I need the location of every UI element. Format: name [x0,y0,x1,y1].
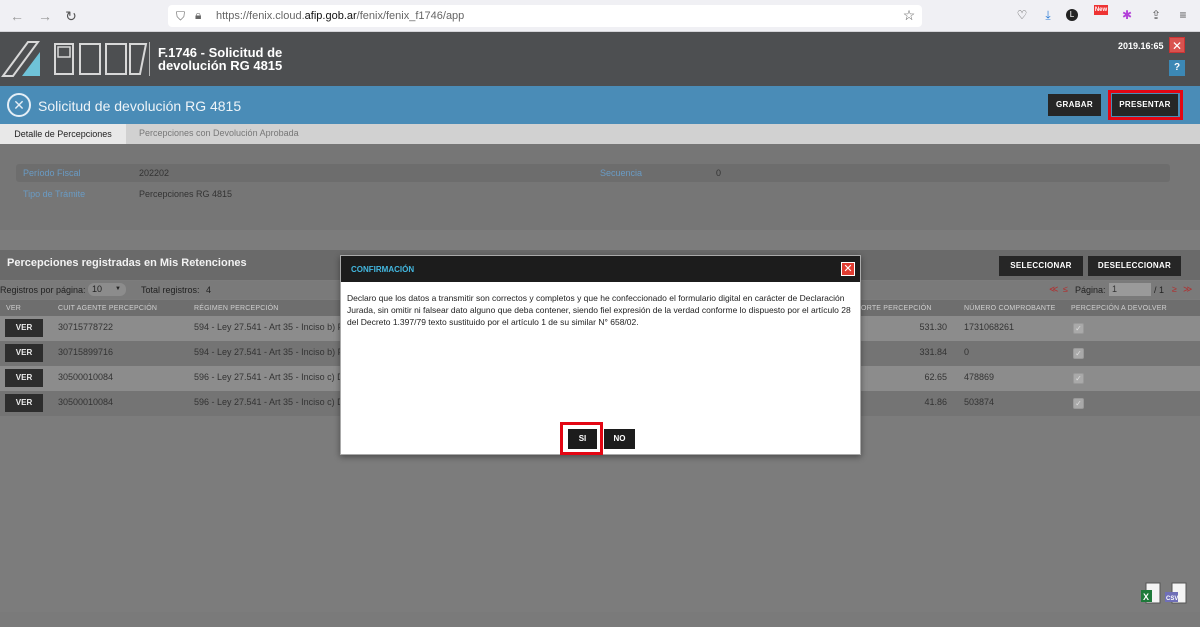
confirmation-dialog: CONFIRMACIÓN ✕ Declaro que los datos a t… [340,255,861,455]
periodo-value: 202202 [139,168,170,178]
deseleccionar-button[interactable]: DESELECCIONAR [1088,256,1181,276]
devolver-checkbox[interactable]: ✓ [1073,398,1084,409]
pagina-input[interactable]: 1 [1109,283,1151,296]
dialog-title: CONFIRMACIÓN [351,265,415,274]
help-button[interactable]: ? [1169,60,1185,76]
tramite-label: Tipo de Trámite [23,189,86,199]
regimen-cell: 596 - Ley 27.541 - Art 35 - Inciso c) D [194,372,344,382]
registros-select[interactable]: 10 ▼ [88,283,126,296]
seleccionar-button[interactable]: SELECCIONAR [999,256,1083,276]
browser-toolbar: ← → ↻ ⛉ 🔒︎ https://fenix.cloud.afip.gob.… [0,0,1200,32]
grabar-button[interactable]: GRABAR [1048,94,1101,116]
importe-cell: 331.84 [919,347,947,357]
excel-export-icon[interactable]: X [1140,582,1162,606]
col-ver: VER [6,305,21,312]
pager-prev[interactable]: ≤ [1063,284,1068,294]
presentar-highlight [1108,90,1183,120]
dialog-header [341,256,860,282]
csv-export-icon[interactable]: CSV [1164,582,1188,606]
total-label: Total registros: [141,285,200,295]
extension-icon[interactable]: ✱ [1120,8,1134,22]
importe-cell: 41.86 [924,397,947,407]
devolver-checkbox[interactable]: ✓ [1073,348,1084,359]
url-suffix: /fenix/fenix_f1746/app [356,10,465,22]
session-clock: 2019.16:65 [1118,41,1164,51]
cuit-cell: 30715778722 [58,322,114,332]
detail-row-highlight [16,164,1170,182]
page-title: Solicitud de devolución RG 4815 [38,98,242,114]
pager-next[interactable]: ≥ [1172,284,1177,294]
close-app-icon[interactable]: ✕ [1169,37,1185,53]
dialog-close-icon[interactable]: ✕ [841,262,855,276]
no-button[interactable]: NO [604,429,635,449]
comprobante-cell: 1731068261 [964,322,1015,332]
back-arrow-icon[interactable]: ← [8,7,26,25]
form-title: F.1746 - Solicitud de devolución RG 4815 [158,46,282,72]
account-icon[interactable]: L [1066,9,1078,21]
url-text: https://fenix.cloud.afip.gob.ar/fenix/fe… [216,10,464,22]
col-devolver: PERCEPCIÓN A DEVOLVER [1071,305,1167,312]
share-icon[interactable]: ⇪ [1149,8,1163,22]
importe-cell: 531.30 [919,322,947,332]
regimen-cell: 596 - Ley 27.541 - Art 35 - Inciso c) D [194,397,344,407]
forward-arrow-icon[interactable]: → [36,7,54,25]
col-regimen: RÉGIMEN PERCEPCIÓN [194,305,279,312]
registros-label: Registros por página: [0,285,86,295]
devolver-checkbox[interactable]: ✓ [1073,373,1084,384]
secuencia-value: 0 [716,168,722,178]
comprobante-cell: 503874 [964,397,995,407]
pager-last[interactable]: ≫ [1183,284,1192,295]
regimen-cell: 594 - Ley 27.541 - Art 35 - Inciso b) P [194,347,344,357]
shield-icon: ⛉ [176,9,186,23]
devolver-checkbox[interactable]: ✓ [1073,323,1084,334]
address-bar[interactable]: ⛉ 🔒︎ https://fenix.cloud.afip.gob.ar/fen… [168,5,922,27]
pages-total: / 1 [1154,285,1165,295]
ver-button[interactable]: VER [5,319,43,337]
regimen-cell: 594 - Ley 27.541 - Art 35 - Inciso b) P [194,322,344,332]
col-cuit: CUIT AGENTE PERCEPCIÓN [58,305,158,312]
dialog-message: Declaro que los datos a transmitir son c… [347,293,851,327]
total-value: 4 [206,285,212,295]
svg-text:X: X [1143,592,1149,602]
importe-cell: 62.65 [924,372,947,382]
download-icon[interactable]: ⤓ [1041,8,1055,22]
menu-icon[interactable]: ≡ [1176,8,1190,22]
tramite-value: Percepciones RG 4815 [139,189,233,199]
new-badge-icon[interactable]: New [1094,5,1108,15]
reload-icon[interactable]: ↻ [62,7,80,25]
form-title-line2: devolución RG 4815 [158,58,283,73]
url-prefix: https://fenix.cloud. [216,10,305,22]
tab-percepciones-aprobadas[interactable]: Percepciones con Devolución Aprobada [139,128,299,138]
comprobante-cell: 0 [964,347,970,357]
detail-panel [0,144,1200,230]
comprobante-cell: 478869 [964,372,995,382]
si-highlight [560,422,603,455]
close-circle-icon[interactable]: ✕ [7,93,31,117]
cuit-cell: 30500010084 [58,372,114,382]
pager-first[interactable]: ≪ [1049,284,1058,295]
section-title: Percepciones registradas en Mis Retencio… [7,257,247,269]
lock-icon: 🔒︎ [195,8,202,22]
ver-button[interactable]: VER [5,369,43,387]
pocket-icon[interactable]: ♡ [1015,8,1029,22]
registros-value: 10 [92,284,103,294]
url-domain: afip.gob.ar [304,10,357,22]
tab-detalle-percepciones[interactable]: Detalle de Percepciones [0,124,126,144]
periodo-label: Período Fiscal [23,168,81,178]
secuencia-label: Secuencia [600,168,643,178]
cuit-cell: 30500010084 [58,397,114,407]
ver-button[interactable]: VER [5,394,43,412]
bookmark-star-icon[interactable]: ☆ [902,8,916,22]
bottom-scrollbar[interactable] [0,612,1200,627]
ver-button[interactable]: VER [5,344,43,362]
svg-text:CSV: CSV [1166,596,1178,602]
col-comprobante: NÚMERO COMPROBANTE [964,305,1056,312]
pagina-label: Página: [1075,285,1106,295]
cuit-cell: 30715899716 [58,347,114,357]
chevron-down-icon: ▼ [115,286,121,292]
afip-logo [1,41,150,77]
